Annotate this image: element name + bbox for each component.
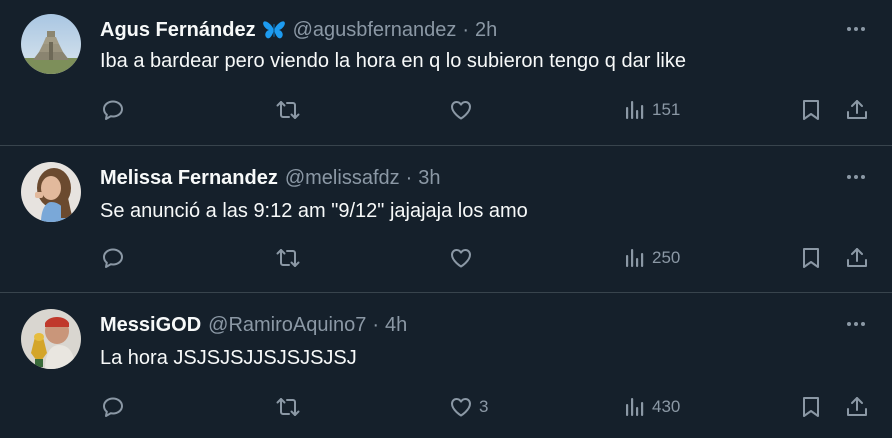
tweet-text: Iba a bardear pero viendo la hora en q l… <box>100 50 686 72</box>
action-bar: 250 <box>0 244 892 272</box>
bookmark-button[interactable] <box>800 96 822 124</box>
author-name[interactable]: Melissa Fernandez <box>100 165 278 191</box>
reply-button[interactable] <box>101 96 125 124</box>
more-icon[interactable] <box>844 17 868 41</box>
reply-icon <box>103 248 123 268</box>
tweet[interactable]: MessiGOD @RamiroAquino7 · 4h La hora JSJ… <box>0 293 892 438</box>
tweet[interactable]: Melissa Fernandez @melissafdz · 3h Se an… <box>0 146 892 293</box>
tweet[interactable]: Agus Fernández @agusbfernandez · 2h Iba … <box>0 0 892 146</box>
bookmark-button[interactable] <box>800 393 822 421</box>
like-icon <box>451 249 471 268</box>
views-icon <box>626 249 644 267</box>
like-button[interactable]: 3 <box>449 393 488 421</box>
timestamp[interactable]: 3h <box>418 165 440 191</box>
share-button[interactable] <box>845 96 869 124</box>
share-button[interactable] <box>845 393 869 421</box>
bookmark-icon <box>803 248 819 268</box>
separator-dot: · <box>405 167 413 189</box>
timestamp[interactable]: 2h <box>475 17 497 43</box>
views-icon <box>626 101 644 119</box>
reply-button[interactable] <box>101 393 125 421</box>
timestamp[interactable]: 4h <box>385 312 407 338</box>
retweet-icon <box>276 398 300 416</box>
retweet-button[interactable] <box>275 244 301 272</box>
author-name[interactable]: Agus Fernández <box>100 17 256 43</box>
butterfly-icon <box>262 19 286 41</box>
view-count: 250 <box>652 248 681 267</box>
reply-icon <box>103 397 123 417</box>
views-button[interactable]: 151 <box>624 96 680 124</box>
view-count: 430 <box>652 397 681 416</box>
author-handle[interactable]: @agusbfernandez <box>293 17 457 43</box>
reply-icon <box>103 100 123 120</box>
share-icon <box>847 100 867 119</box>
action-bar: 3 430 <box>0 393 892 421</box>
tweet-header: MessiGOD @RamiroAquino7 · 4h <box>100 312 407 338</box>
author-handle[interactable]: @RamiroAquino7 <box>208 312 366 338</box>
like-button[interactable] <box>449 96 479 124</box>
tweet-header: Agus Fernández @agusbfernandez · 2h <box>100 17 497 43</box>
tweet-text: La hora JSJSJSJJSJSJSJSJ <box>100 347 357 369</box>
like-button[interactable] <box>449 244 479 272</box>
author-handle[interactable]: @melissafdz <box>285 165 400 191</box>
tweet-text: Se anunció a las 9:12 am "9/12" jajajaja… <box>100 200 528 222</box>
views-icon <box>626 398 644 416</box>
separator-dot: · <box>462 19 469 41</box>
avatar[interactable] <box>21 162 81 222</box>
more-icon[interactable] <box>844 312 868 336</box>
like-count: 3 <box>479 397 489 416</box>
more-icon[interactable] <box>844 165 868 189</box>
separator-dot: · <box>372 314 379 336</box>
share-icon <box>847 248 867 267</box>
retweet-button[interactable] <box>275 96 301 124</box>
retweet-icon <box>276 249 300 267</box>
like-icon <box>451 398 471 417</box>
like-icon <box>451 101 471 120</box>
tweet-feed: Agus Fernández @agusbfernandez · 2h Iba … <box>0 0 892 438</box>
retweet-button[interactable] <box>275 393 301 421</box>
tweet-header: Melissa Fernandez @melissafdz · 3h <box>100 165 441 191</box>
bookmark-icon <box>803 100 819 120</box>
reply-button[interactable] <box>101 244 125 272</box>
views-button[interactable]: 430 <box>624 393 680 421</box>
retweet-icon <box>276 101 300 119</box>
share-button[interactable] <box>845 244 869 272</box>
share-icon <box>847 397 867 416</box>
avatar[interactable] <box>21 309 81 369</box>
action-bar: 151 <box>0 96 892 124</box>
view-count: 151 <box>652 100 681 119</box>
avatar[interactable] <box>21 14 81 74</box>
bookmark-button[interactable] <box>800 244 822 272</box>
author-name[interactable]: MessiGOD <box>100 312 201 338</box>
bookmark-icon <box>803 397 819 417</box>
views-button[interactable]: 250 <box>624 244 680 272</box>
